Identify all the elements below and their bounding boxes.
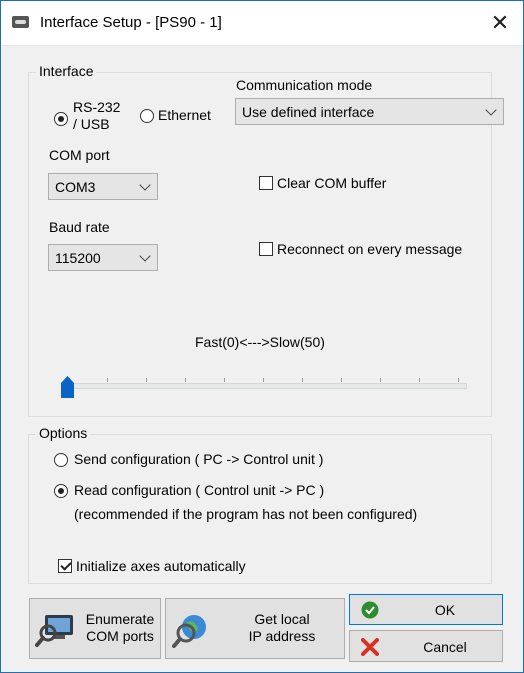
ethernet-radio[interactable] [140, 109, 154, 123]
get-ip-label-line1: Get local [254, 611, 310, 627]
initialize-axes-checkbox[interactable] [58, 559, 72, 573]
check-circle-icon [361, 601, 379, 619]
dialog-window: Interface Setup - [PS90 - 1] ✕ Interface… [0, 0, 524, 673]
slider-tick [107, 378, 108, 382]
send-configuration-label: Send configuration ( PC -> Control unit … [74, 451, 324, 467]
read-configuration-radio[interactable] [54, 484, 68, 498]
app-icon [12, 16, 29, 28]
read-configuration-label: Read configuration ( Control unit -> PC … [74, 482, 325, 498]
com-port-value: COM3 [55, 179, 96, 195]
chevron-down-icon [139, 250, 151, 262]
get-local-ip-button[interactable]: Get local IP address [165, 598, 345, 659]
rs232-label-line2: / USB [73, 116, 110, 132]
enumerate-com-ports-button[interactable]: Enumerate COM ports [29, 598, 161, 659]
speed-slider-label: Fast(0)<--->Slow(50) [195, 334, 325, 350]
slider-tick [341, 378, 342, 382]
title-bar: Interface Setup - [PS90 - 1] ✕ [1, 1, 523, 46]
enumerate-label-line2: COM ports [86, 628, 154, 644]
baud-rate-value: 115200 [55, 250, 101, 266]
clear-com-buffer-label: Clear COM buffer [277, 175, 387, 191]
close-icon: ✕ [490, 10, 510, 35]
clear-com-buffer-checkbox[interactable] [259, 176, 273, 190]
cancel-label: Cancel [423, 639, 467, 655]
globe-search-icon [172, 615, 206, 648]
ok-label: OK [434, 602, 456, 618]
baud-rate-select[interactable]: 115200 [48, 244, 158, 271]
com-port-label: COM port [49, 147, 110, 163]
read-configuration-note: (recommended if the program has not been… [74, 506, 418, 522]
speed-slider-track[interactable] [65, 383, 467, 389]
interface-group-title: Interface [36, 63, 97, 79]
window-title: Interface Setup - [PS90 - 1] [40, 14, 222, 31]
send-configuration-radio[interactable] [54, 453, 68, 467]
slider-tick [458, 378, 459, 382]
com-port-select[interactable]: COM3 [48, 173, 158, 200]
slider-tick [302, 378, 303, 382]
get-ip-label-line2: IP address [248, 628, 316, 644]
comm-mode-value: Use defined interface [242, 104, 375, 120]
comm-mode-select[interactable]: Use defined interface [235, 98, 504, 125]
reconnect-checkbox[interactable] [259, 242, 273, 256]
baud-rate-label: Baud rate [49, 219, 110, 235]
speed-slider-thumb[interactable] [61, 376, 74, 398]
comm-mode-label: Communication mode [236, 77, 373, 93]
reconnect-label: Reconnect on every message [277, 241, 463, 257]
red-x-icon [361, 638, 379, 656]
rs232-usb-radio[interactable] [54, 112, 68, 126]
rs232-label-line1: RS-232 [73, 99, 121, 115]
ethernet-label: Ethernet [158, 107, 211, 123]
ok-button[interactable]: OK [349, 594, 503, 625]
slider-tick [224, 378, 225, 382]
initialize-axes-label: Initialize axes automatically [76, 558, 246, 574]
chevron-down-icon [139, 179, 151, 191]
slider-tick [185, 378, 186, 382]
enumerate-label-line1: Enumerate [85, 611, 155, 627]
slider-tick [419, 378, 420, 382]
close-button[interactable]: ✕ [477, 1, 523, 45]
slider-tick [380, 378, 381, 382]
cancel-button[interactable]: Cancel [349, 630, 503, 662]
options-group-title: Options [36, 425, 91, 441]
com-port-scan-icon [35, 615, 73, 647]
chevron-down-icon [485, 104, 497, 116]
slider-tick [263, 378, 264, 382]
slider-tick [146, 378, 147, 382]
